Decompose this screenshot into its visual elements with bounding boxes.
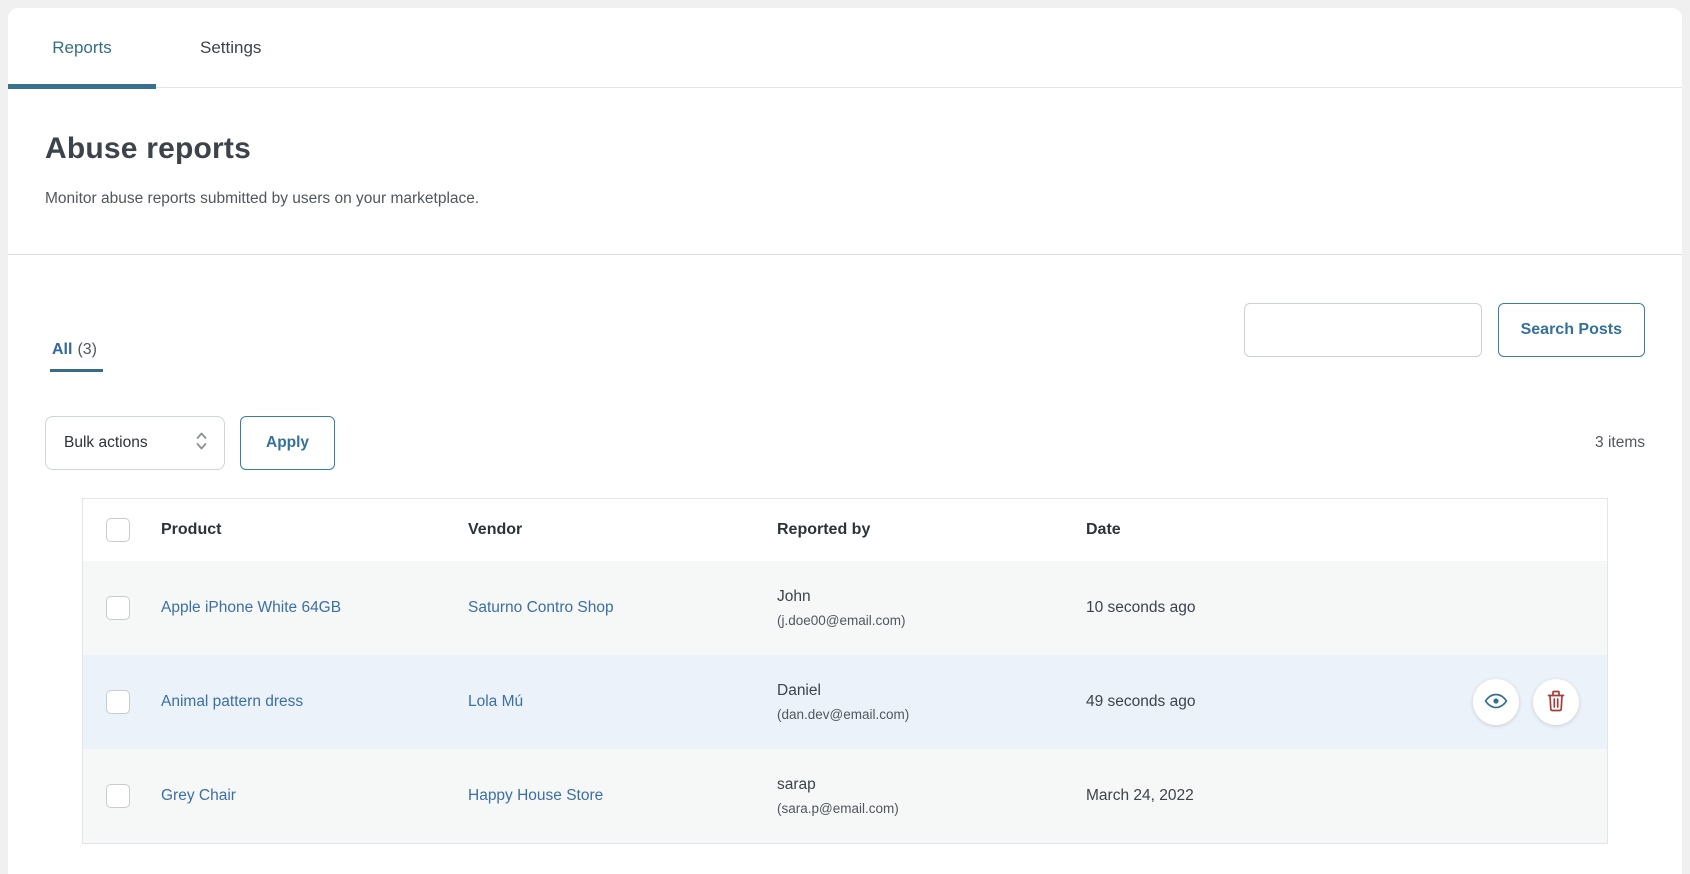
product-link[interactable]: Animal pattern dress bbox=[161, 693, 303, 710]
tools-section: Search Posts All (3) Bulk actions Apply 3… bbox=[8, 255, 1682, 844]
table-row: Apple iPhone White 64GB Saturno Contro S… bbox=[83, 561, 1607, 655]
delete-report-button[interactable] bbox=[1533, 679, 1579, 725]
row-checkbox[interactable] bbox=[106, 596, 130, 620]
column-header-product: Product bbox=[161, 521, 468, 539]
reporter-name: John bbox=[777, 588, 1086, 606]
trash-icon bbox=[1544, 688, 1568, 717]
product-link[interactable]: Apple iPhone White 64GB bbox=[161, 599, 341, 616]
column-header-date: Date bbox=[1086, 521, 1607, 539]
reporter-email: (sara.p@email.com) bbox=[777, 801, 1086, 816]
bulk-actions-row: Bulk actions Apply 3 items bbox=[45, 416, 1645, 470]
search-row: Search Posts bbox=[1244, 303, 1645, 357]
report-date: 10 seconds ago bbox=[1086, 599, 1607, 617]
eye-icon bbox=[1483, 688, 1509, 717]
reporter-name: Daniel bbox=[777, 682, 1086, 700]
chevron-updown-icon bbox=[195, 430, 208, 457]
filter-all-count: (3) bbox=[77, 341, 97, 358]
page-subtitle: Monitor abuse reports submitted by users… bbox=[45, 190, 1645, 208]
bulk-actions-label: Bulk actions bbox=[64, 434, 148, 452]
select-all-checkbox[interactable] bbox=[106, 518, 130, 542]
product-link[interactable]: Grey Chair bbox=[161, 787, 236, 804]
page-title: Abuse reports bbox=[45, 132, 1645, 166]
row-checkbox[interactable] bbox=[106, 784, 130, 808]
items-count: 3 items bbox=[1595, 434, 1645, 452]
search-posts-button[interactable]: Search Posts bbox=[1498, 303, 1645, 357]
reports-table: Product Vendor Reported by Date Apple iP… bbox=[82, 498, 1608, 844]
main-card: Reports Settings Abuse reports Monitor a… bbox=[8, 8, 1682, 874]
search-input[interactable] bbox=[1244, 303, 1482, 357]
apply-button[interactable]: Apply bbox=[240, 416, 335, 470]
bulk-actions-select[interactable]: Bulk actions bbox=[45, 416, 225, 470]
column-header-reported-by: Reported by bbox=[777, 521, 1086, 539]
row-checkbox[interactable] bbox=[106, 690, 130, 714]
vendor-link[interactable]: Lola Mú bbox=[468, 693, 523, 710]
reporter-name: sarap bbox=[777, 776, 1086, 794]
report-date: March 24, 2022 bbox=[1086, 787, 1607, 805]
page-header: Abuse reports Monitor abuse reports subm… bbox=[8, 88, 1682, 255]
active-tab-underline bbox=[8, 84, 156, 89]
table-row: Animal pattern dress Lola Mú Daniel (dan… bbox=[83, 655, 1607, 749]
reporter-email: (j.doe00@email.com) bbox=[777, 613, 1086, 628]
top-tab-bar: Reports Settings bbox=[8, 8, 1682, 88]
column-header-vendor: Vendor bbox=[468, 521, 777, 539]
view-report-button[interactable] bbox=[1473, 679, 1519, 725]
tab-reports[interactable]: Reports bbox=[8, 8, 156, 87]
row-actions bbox=[1473, 679, 1579, 725]
filter-all-label: All bbox=[52, 341, 72, 358]
tab-settings[interactable]: Settings bbox=[200, 8, 261, 87]
table-header-row: Product Vendor Reported by Date bbox=[83, 499, 1607, 561]
reporter-email: (dan.dev@email.com) bbox=[777, 707, 1086, 722]
table-row: Grey Chair Happy House Store sarap (sara… bbox=[83, 749, 1607, 843]
filter-all[interactable]: All (3) bbox=[50, 341, 103, 372]
vendor-link[interactable]: Saturno Contro Shop bbox=[468, 599, 614, 616]
vendor-link[interactable]: Happy House Store bbox=[468, 787, 603, 804]
